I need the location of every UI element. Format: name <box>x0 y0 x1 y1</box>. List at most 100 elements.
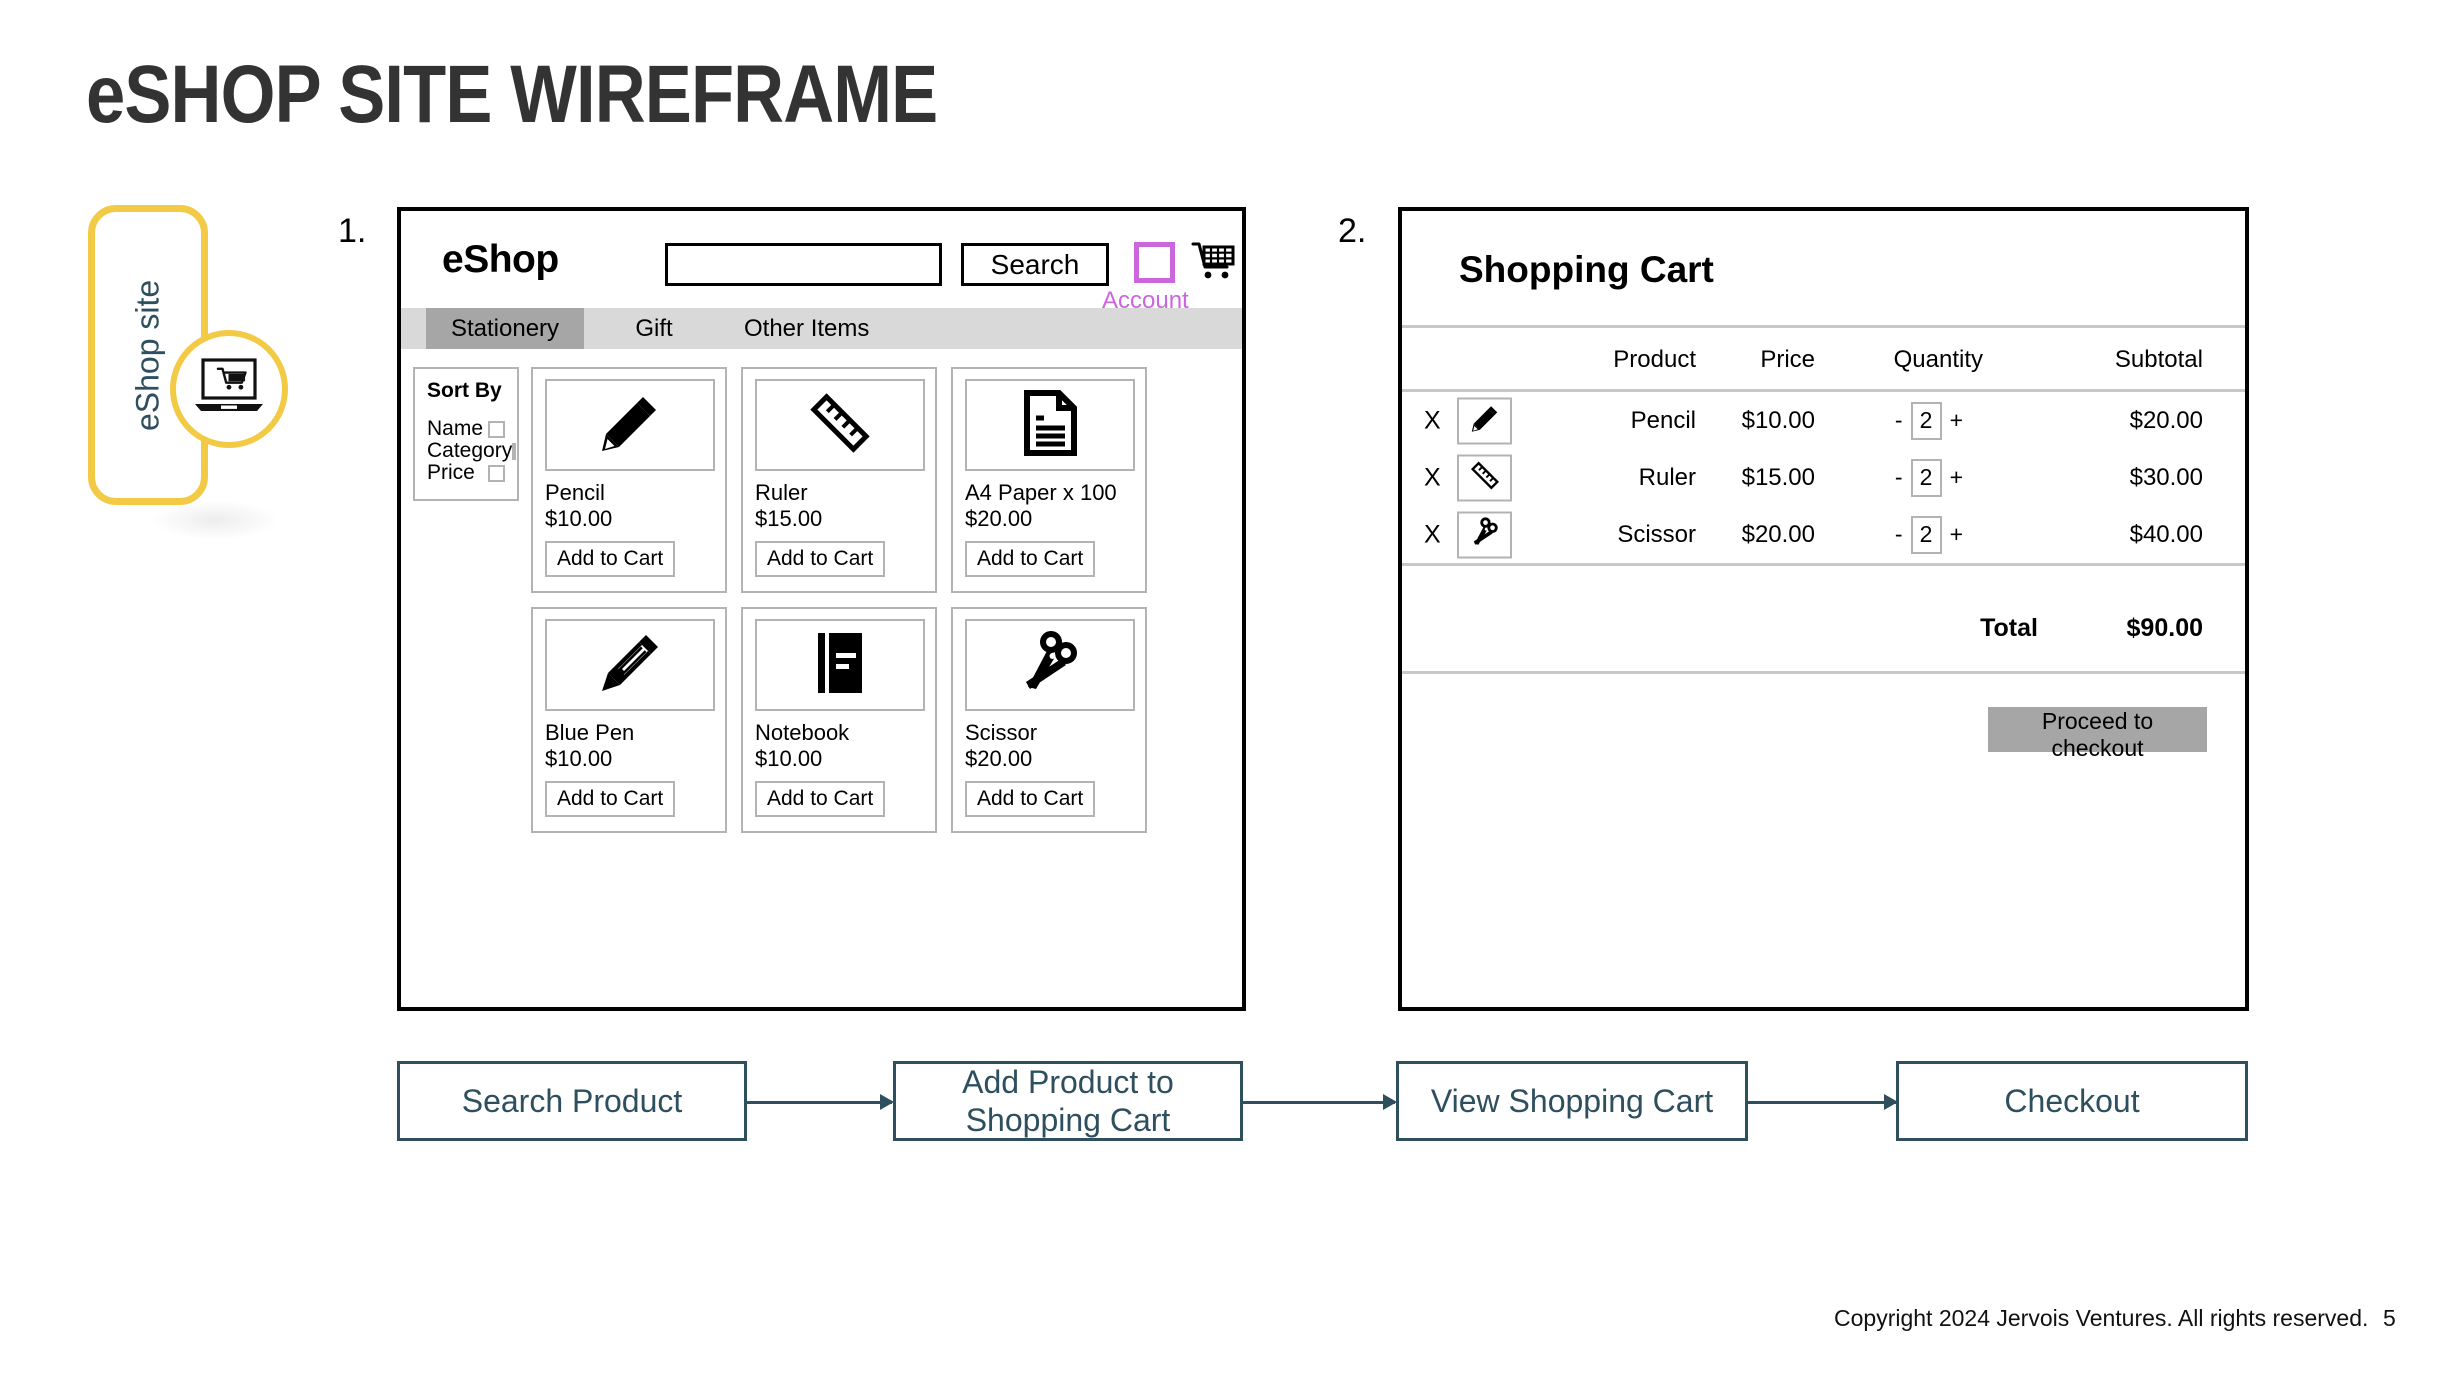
proceed-to-checkout-button[interactable]: Proceed to checkout <box>1988 707 2207 761</box>
product-card[interactable]: Pencil $10.00 Add to Cart <box>531 367 727 593</box>
add-to-cart-button[interactable]: Add to Cart <box>965 541 1096 577</box>
remove-item-button[interactable]: X <box>1424 406 1441 435</box>
flow-step-checkout[interactable]: Checkout <box>1896 1061 2248 1141</box>
cart-item-thumbnail <box>1457 454 1512 501</box>
product-name: Blue Pen <box>545 720 635 745</box>
product-price: $10.00 <box>755 746 823 771</box>
cart-item-thumbnail <box>1457 397 1512 444</box>
badge-icon-circle <box>170 330 288 448</box>
cart-item-thumbnail <box>1457 511 1512 558</box>
shopping-cart-icon[interactable] <box>1191 239 1237 285</box>
add-to-cart-button[interactable]: Add to Cart <box>965 781 1096 817</box>
add-to-cart-button[interactable]: Add to Cart <box>755 781 886 817</box>
product-thumbnail <box>545 619 715 711</box>
flow-step-view-shopping-cart[interactable]: View Shopping Cart <box>1396 1061 1748 1141</box>
quantity-value[interactable]: 2 <box>1910 401 1942 440</box>
sort-by-option-name[interactable]: Name <box>427 417 505 440</box>
flow-step-add-product-to-cart[interactable]: Add Product to Shopping Cart <box>893 1061 1243 1141</box>
quantity-decrement-button[interactable]: - <box>1895 407 1903 434</box>
product-card[interactable]: Ruler $15.00 Add to Cart <box>741 367 937 593</box>
quantity-decrement-button[interactable]: - <box>1895 464 1903 491</box>
quantity-stepper: - 2 + <box>1895 401 1963 440</box>
pen-icon <box>594 627 666 704</box>
product-card[interactable]: A4 Paper x 100 $20.00 Add to Cart <box>951 367 1147 593</box>
cart-column-quantity: Quantity <box>1893 346 1983 373</box>
product-name: A4 Paper x 100 <box>965 480 1117 505</box>
add-to-cart-button[interactable]: Add to Cart <box>545 541 676 577</box>
cart-item-price: $15.00 <box>1741 463 1815 491</box>
sort-by-panel: Sort By Name Category Price <box>413 367 519 501</box>
laptop-shopping-cart-icon <box>191 356 267 423</box>
product-thumbnail <box>965 619 1135 711</box>
quantity-decrement-button[interactable]: - <box>1895 521 1903 548</box>
product-name: Pencil <box>545 480 605 505</box>
search-button[interactable]: Search <box>961 243 1109 286</box>
sort-by-option-label: Price <box>427 461 475 484</box>
cart-item-product: Scissor <box>1617 520 1696 548</box>
sort-by-checkbox-price[interactable] <box>488 464 505 482</box>
quantity-value[interactable]: 2 <box>1910 458 1942 497</box>
step-number-2: 2. <box>1338 212 1367 250</box>
step-number-1: 1. <box>338 212 367 250</box>
quantity-increment-button[interactable]: + <box>1950 407 1963 434</box>
product-card[interactable]: Notebook $10.00 Add to Cart <box>741 607 937 833</box>
quantity-increment-button[interactable]: + <box>1950 464 1963 491</box>
sort-by-title: Sort By <box>427 379 502 402</box>
product-grid: Pencil $10.00 Add to Cart Ruler $15.00 A… <box>531 367 1231 847</box>
document-icon <box>1017 387 1083 464</box>
nav-tab-stationery[interactable]: Stationery <box>426 308 584 349</box>
flow-step-search-product[interactable]: Search Product <box>397 1061 747 1141</box>
cart-divider <box>1402 671 2245 674</box>
product-card[interactable]: Scissor $20.00 Add to Cart <box>951 607 1147 833</box>
search-input[interactable] <box>665 243 942 286</box>
cart-total-row: Total $90.00 <box>1402 566 2245 674</box>
footer-copyright: Copyright 2024 Jervois Ventures. All rig… <box>1834 1305 2369 1331</box>
sort-by-option-price[interactable]: Price <box>427 461 505 484</box>
account-avatar-placeholder[interactable] <box>1134 242 1175 283</box>
cart-row: X Pencil $10.00 - 2 + $20.00 <box>1402 392 2245 449</box>
sort-by-checkbox-name[interactable] <box>488 420 505 438</box>
pencil-icon <box>594 387 666 464</box>
cart-item-product: Pencil <box>1630 406 1696 434</box>
remove-item-button[interactable]: X <box>1424 463 1441 492</box>
quantity-increment-button[interactable]: + <box>1950 521 1963 548</box>
add-to-cart-button[interactable]: Add to Cart <box>545 781 676 817</box>
shopping-cart-wireframe-screen: Shopping Cart Product Price Quantity Sub… <box>1398 207 2249 1011</box>
sort-by-option-category[interactable]: Category <box>427 439 517 462</box>
flow-arrow-3 <box>1748 1094 1898 1110</box>
cart-item-price: $20.00 <box>1741 520 1815 548</box>
product-card[interactable]: Blue Pen $10.00 Add to Cart <box>531 607 727 833</box>
nav-tab-gift[interactable]: Gift <box>584 308 724 349</box>
cart-column-product: Product <box>1613 346 1696 373</box>
eshop-header: eShop Search Account <box>401 211 1242 314</box>
product-price: $20.00 <box>965 506 1033 531</box>
scissors-icon <box>1468 515 1502 554</box>
quantity-value[interactable]: 2 <box>1910 515 1942 554</box>
cart-item-subtotal: $40.00 <box>2129 520 2203 548</box>
cart-row: X Scissor $20.00 - 2 + $40.00 <box>1402 506 2245 563</box>
user-flow-diagram: Search Product Add Product to Shopping C… <box>0 1045 2460 1165</box>
cart-item-subtotal: $20.00 <box>2129 406 2203 434</box>
ruler-icon <box>804 387 876 464</box>
product-thumbnail <box>965 379 1135 471</box>
cart-total-label: Total <box>1980 614 2038 642</box>
add-to-cart-button[interactable]: Add to Cart <box>755 541 886 577</box>
notebook-icon <box>810 627 870 704</box>
product-price: $20.00 <box>965 746 1033 771</box>
product-name: Notebook <box>755 720 850 745</box>
nav-tab-other-items[interactable]: Other Items <box>724 308 889 349</box>
shopping-cart-title: Shopping Cart <box>1459 249 1714 290</box>
eshop-nav-bar: Stationery Gift Other Items <box>401 308 1242 349</box>
eshop-site-wireframe-screen: eShop Search Account Stationery Gift Oth… <box>397 207 1246 1011</box>
product-name: Scissor <box>965 720 1038 745</box>
sort-by-checkbox-category[interactable] <box>512 442 517 460</box>
remove-item-button[interactable]: X <box>1424 520 1441 549</box>
cart-item-subtotal: $30.00 <box>2129 463 2203 491</box>
page-title: eSHOP SITE WIREFRAME <box>86 49 938 140</box>
quantity-stepper: - 2 + <box>1895 458 1963 497</box>
product-price: $10.00 <box>545 746 613 771</box>
product-name: Ruler <box>755 480 808 505</box>
cart-row: X Ruler $15.00 - 2 + $30.00 <box>1402 449 2245 506</box>
cart-column-subtotal: Subtotal <box>2114 346 2203 373</box>
